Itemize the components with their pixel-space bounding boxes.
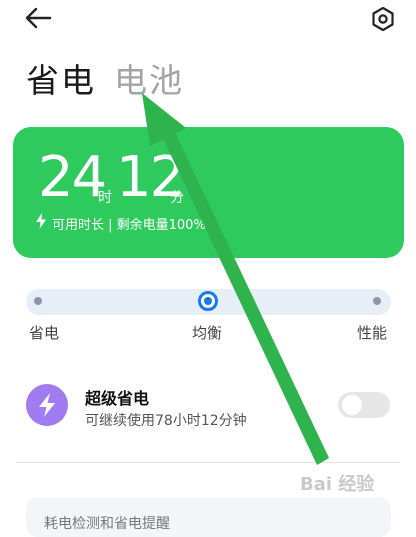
slider-stop-power-saving[interactable] bbox=[34, 297, 42, 305]
power-detection-label: 耗电检测和省电提醒 bbox=[44, 516, 170, 532]
super-saver-icon-badge bbox=[26, 384, 68, 426]
super-saver-subtitle: 可继续使用78小时12分钟 bbox=[85, 413, 247, 429]
super-saver-toggle[interactable] bbox=[338, 392, 390, 418]
mode-label-performance: 性能 bbox=[357, 324, 388, 342]
slider-stop-performance[interactable] bbox=[373, 297, 381, 305]
lightning-icon bbox=[36, 213, 46, 229]
tab-battery[interactable]: 电池 bbox=[114, 54, 184, 102]
mode-slider-thumb[interactable] bbox=[198, 291, 218, 311]
mode-label-balanced: 均衡 bbox=[192, 324, 223, 342]
watermark-text: Bai 经验 bbox=[300, 474, 375, 495]
hours-unit: 时 bbox=[98, 190, 112, 206]
super-saver-title: 超级省电 bbox=[85, 389, 150, 408]
tab-power-saving[interactable]: 省电 bbox=[26, 54, 96, 102]
power-detection-card[interactable]: 耗电检测和省电提醒 bbox=[26, 497, 391, 537]
divider bbox=[16, 462, 400, 463]
mode-label-power-saving: 省电 bbox=[29, 324, 60, 342]
remaining-hours: 24 bbox=[38, 145, 107, 210]
gear-icon[interactable] bbox=[370, 6, 396, 32]
battery-info-text: 可用时长 | 剩余电量100% bbox=[52, 218, 206, 233]
lightning-icon bbox=[39, 393, 55, 417]
minutes-unit: 分 bbox=[170, 190, 184, 206]
back-arrow-icon[interactable] bbox=[24, 6, 52, 30]
